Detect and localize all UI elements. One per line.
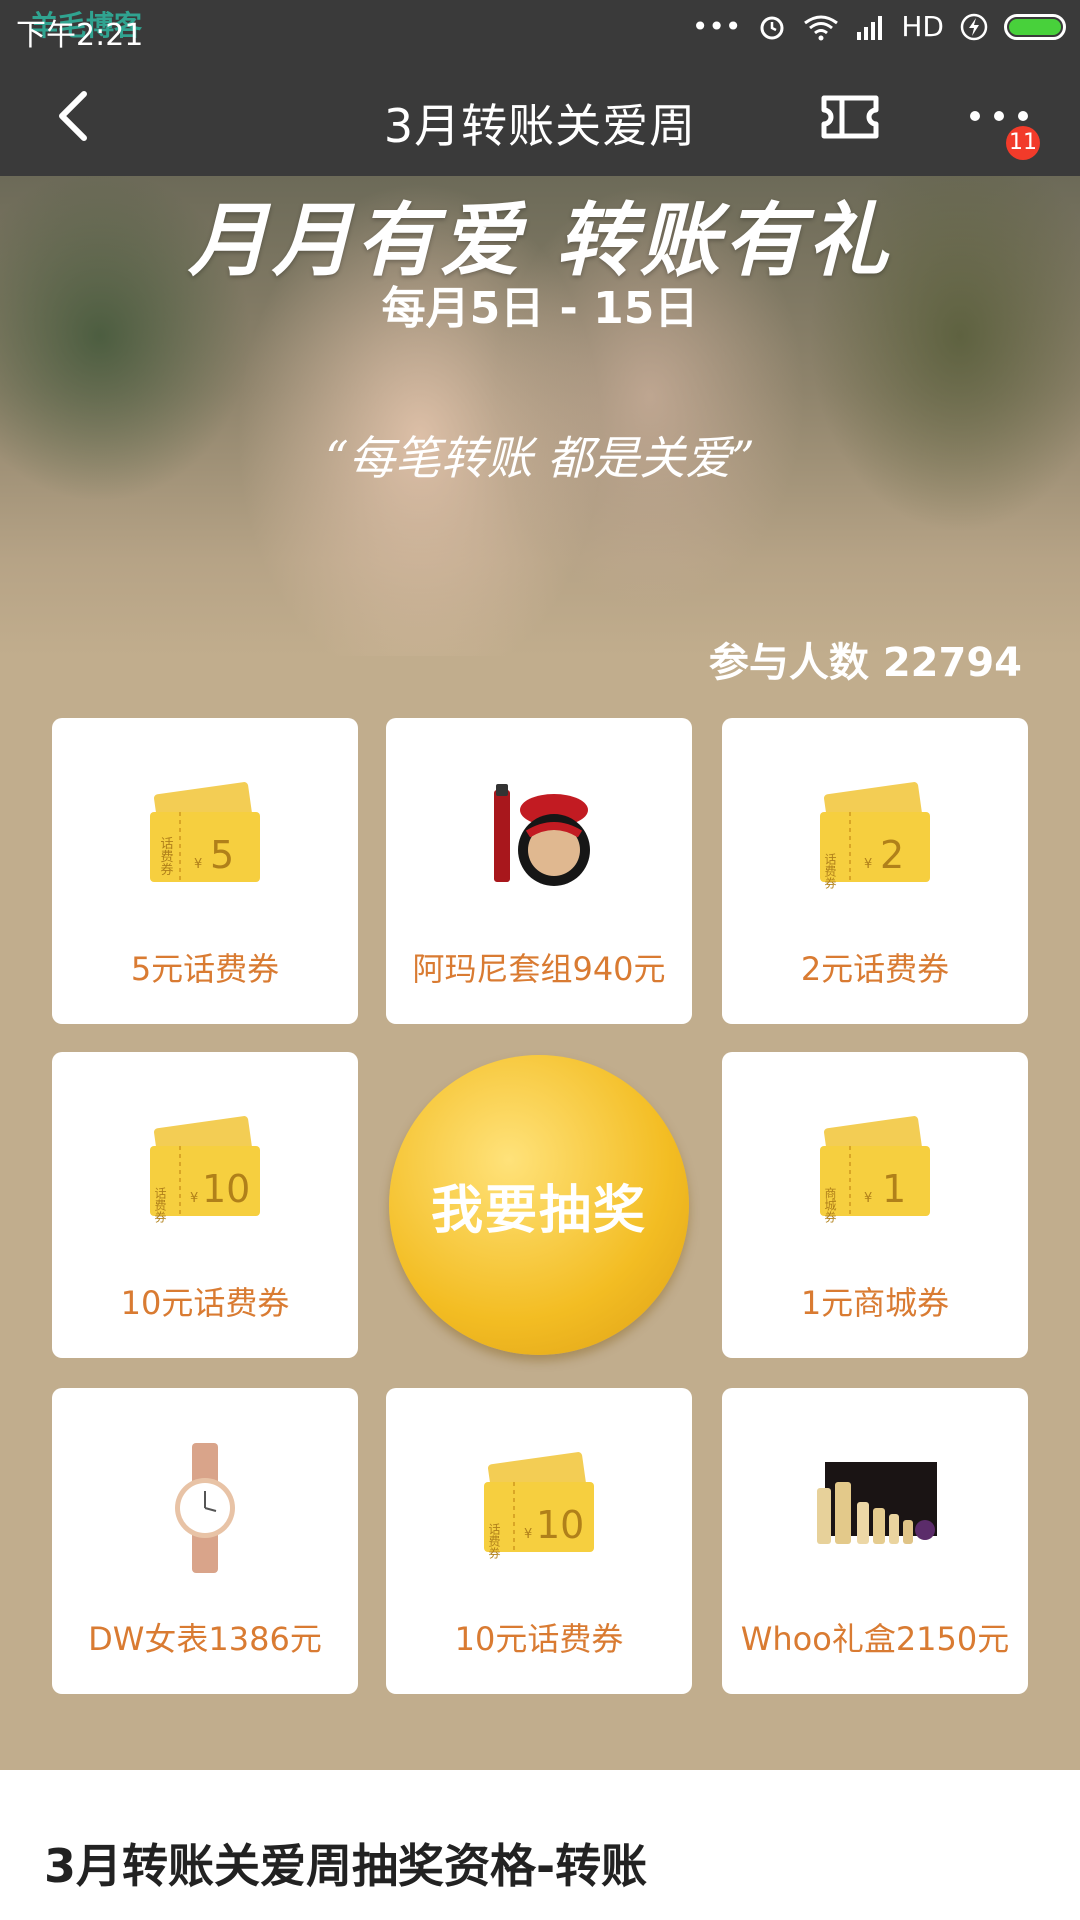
battery-icon — [1004, 13, 1066, 40]
whoo-gift-box-icon — [817, 1462, 937, 1544]
prize-card[interactable]: 话费券 ¥ 10 10元话费券 — [386, 1388, 692, 1694]
voucher-amount: 10 — [202, 1167, 250, 1211]
phone-credit-voucher-icon: 话费券 ¥ 5 — [150, 782, 260, 882]
prize-label: 10元话费券 — [120, 1284, 290, 1322]
top-navigation-bar: 3月转账关爱周 11 — [0, 56, 1080, 176]
section-title: 3月转账关爱周抽奖资格-转账 — [44, 1839, 648, 1893]
prize-grid: 话费券 ¥ 5 5元话费券 阿玛尼套组940元 话费券 ¥ 2 2元话费券 话费… — [52, 718, 1028, 1694]
svg-text:¥: ¥ — [194, 857, 202, 872]
voucher-amount: 5 — [210, 833, 234, 877]
voucher-tag: 话费券 — [823, 853, 837, 889]
prize-card[interactable]: 话费券 ¥ 5 5元话费券 — [52, 718, 358, 1024]
prize-card[interactable]: Whoo礼盒2150元 — [722, 1388, 1028, 1694]
voucher-tag: 话费券 — [487, 1523, 501, 1559]
status-bar: 羊毛博客 下午2:21 zzzzzz.me ••• HD — [0, 0, 1080, 79]
signal-icon — [857, 15, 883, 40]
hero-date-range: 每月5日 - 15日 — [381, 283, 699, 334]
svg-text:¥: ¥ — [864, 1191, 872, 1206]
prize-card[interactable]: DW女表1386元 — [52, 1388, 358, 1694]
status-icons: ••• HD — [692, 10, 1066, 43]
hero-quote: “每笔转账 都是关爱” — [325, 431, 755, 485]
svg-text:¥: ¥ — [864, 857, 872, 872]
prize-label: 2元话费券 — [800, 950, 950, 988]
voucher-amount: 10 — [536, 1503, 584, 1547]
prize-card[interactable]: 阿玛尼套组940元 — [386, 718, 692, 1024]
ticket-button[interactable] — [820, 92, 880, 142]
draw-lottery-button[interactable]: 我要抽奖 — [386, 1052, 692, 1358]
prize-label: 10元话费券 — [454, 1620, 624, 1658]
voucher-tag: 话费券 — [158, 837, 174, 876]
voucher-tag: 商城券 — [823, 1186, 837, 1223]
phone-credit-voucher-icon: 话费券 ¥ 10 — [484, 1452, 594, 1559]
alarm-icon — [760, 16, 784, 39]
participant-count: 参与人数 22794 — [708, 640, 1022, 686]
wifi-icon — [804, 15, 839, 40]
dw-watch-icon — [175, 1443, 235, 1573]
prize-label: 阿玛尼套组940元 — [412, 950, 666, 988]
ticket-icon — [821, 95, 879, 139]
prize-label: Whoo礼盒2150元 — [740, 1620, 1010, 1658]
draw-button-circle: 我要抽奖 — [389, 1055, 689, 1355]
prize-card[interactable]: 话费券 ¥ 2 2元话费券 — [722, 718, 1028, 1024]
prize-label: 1元商城券 — [800, 1284, 950, 1322]
qualification-section: 3月转账关爱周抽奖资格-转账 — [0, 1770, 1080, 1920]
hero-banner: 月月有爱 转账有礼 每月5日 - 15日 “每笔转账 都是关爱” — [0, 176, 1080, 656]
draw-button-label: 我要抽奖 — [430, 1180, 647, 1241]
prize-card[interactable]: 商城券 ¥ 1 1元商城券 — [722, 1052, 1028, 1358]
network-label: HD — [901, 10, 944, 43]
svg-text:¥: ¥ — [190, 1191, 198, 1206]
prize-label: DW女表1386元 — [88, 1620, 322, 1658]
prize-card[interactable]: 话费券 ¥ 10 10元话费券 — [52, 1052, 358, 1358]
prize-label: 5元话费券 — [130, 950, 280, 988]
svg-text:¥: ¥ — [524, 1527, 532, 1542]
page-title: 3月转账关爱周 — [383, 99, 697, 153]
notification-badge: 11 — [1006, 126, 1040, 160]
more-dots-icon: ••• — [691, 10, 742, 43]
mall-voucher-icon: 商城券 ¥ 1 — [820, 1116, 930, 1223]
phone-credit-voucher-icon: 话费券 ¥ 2 — [820, 782, 930, 889]
voucher-amount: 2 — [880, 833, 904, 877]
phone-credit-voucher-icon: 话费券 ¥ 10 — [150, 1116, 260, 1223]
voucher-tag: 话费券 — [153, 1187, 167, 1223]
voucher-amount: 1 — [882, 1167, 906, 1211]
armani-makeup-set-icon — [494, 784, 590, 886]
charging-icon — [960, 13, 988, 40]
